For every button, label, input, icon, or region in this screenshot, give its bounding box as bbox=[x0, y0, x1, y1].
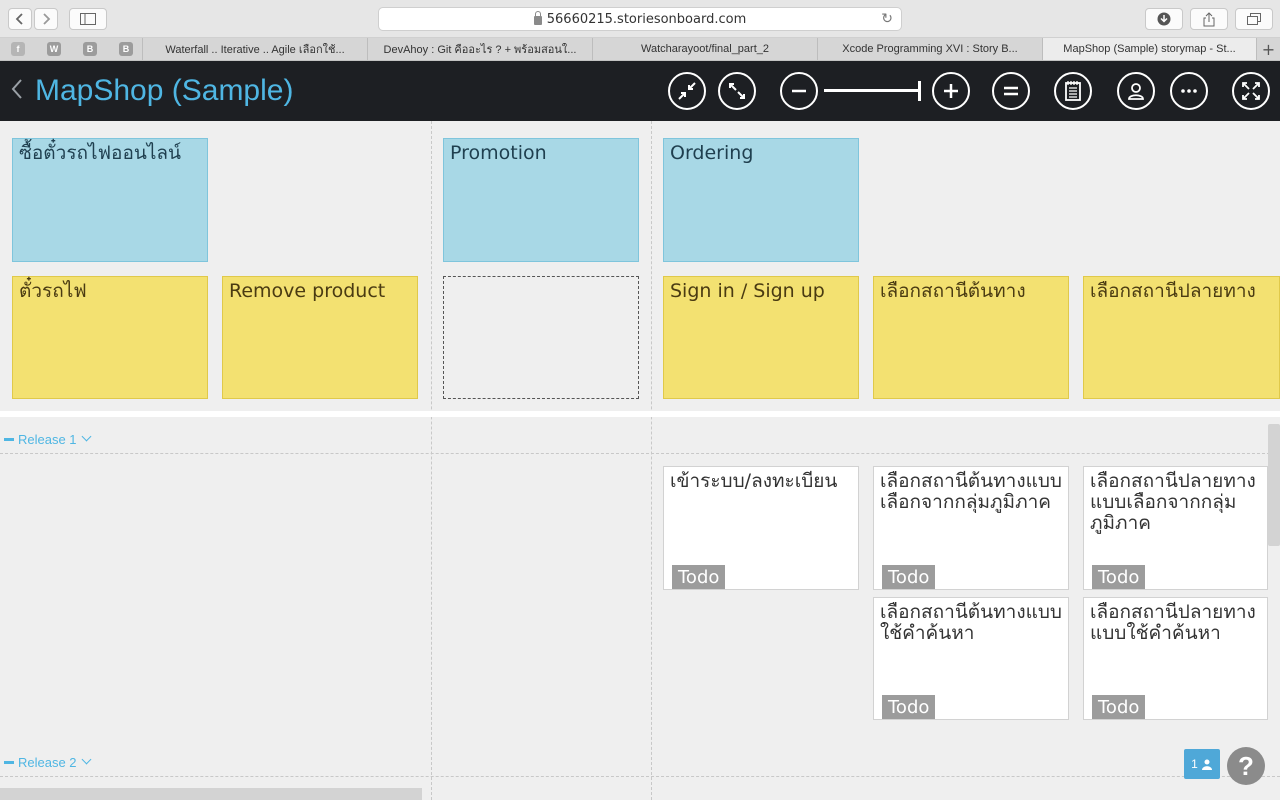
share-icon bbox=[1203, 11, 1215, 26]
b-icon[interactable]: B bbox=[119, 42, 133, 56]
activity-card[interactable]: Ordering bbox=[663, 138, 859, 262]
tabs-overview-button[interactable] bbox=[1235, 8, 1273, 30]
activity-card[interactable]: Promotion bbox=[443, 138, 639, 262]
storymap-canvas[interactable]: ซื้อตั๋วรถไฟออนไลน์ Promotion Ordering ต… bbox=[0, 121, 1280, 800]
task-card[interactable]: เลือกสถานีต้นทาง bbox=[873, 276, 1069, 399]
release-divider bbox=[0, 776, 1280, 777]
fullscreen-button[interactable] bbox=[1232, 72, 1270, 110]
plus-icon bbox=[944, 84, 958, 98]
browser-tab-active[interactable]: MapShop (Sample) storymap - St... bbox=[1042, 38, 1256, 60]
app-header: MapShop (Sample) bbox=[0, 61, 1280, 121]
activity-divider bbox=[651, 121, 652, 800]
collapse-minus-icon[interactable] bbox=[4, 761, 14, 764]
story-card[interactable]: เลือกสถานีต้นทางแบบเลือกจากกลุ่มภูมิภาค … bbox=[873, 466, 1069, 590]
task-card[interactable]: Sign in / Sign up bbox=[663, 276, 859, 399]
browser-tab[interactable]: Watcharayoot/final_part_2 bbox=[592, 38, 817, 60]
download-icon bbox=[1157, 12, 1171, 26]
url-text: 56660215.storiesonboard.com bbox=[546, 11, 747, 27]
help-button[interactable]: ? bbox=[1227, 747, 1265, 785]
equals-icon bbox=[1004, 86, 1018, 96]
zoom-slider[interactable] bbox=[824, 89, 920, 92]
zoom-in-button[interactable] bbox=[932, 72, 970, 110]
story-card[interactable]: เข้าระบบ/ลงทะเบียน Todo bbox=[663, 466, 859, 590]
sidebar-icon bbox=[80, 13, 96, 25]
browser-tab[interactable]: Xcode Programming XVI : Story B... bbox=[817, 38, 1042, 60]
collapse-button[interactable] bbox=[668, 72, 706, 110]
sidebar-button[interactable] bbox=[69, 8, 107, 30]
release-divider bbox=[0, 453, 1280, 454]
browser-toolbar: 56660215.storiesonboard.com ↻ bbox=[0, 0, 1280, 38]
backbone-separator bbox=[0, 411, 1280, 417]
release-header[interactable]: Release 2 bbox=[4, 754, 91, 770]
address-bar[interactable]: 56660215.storiesonboard.com ↻ bbox=[378, 7, 902, 31]
share-button[interactable] bbox=[1190, 8, 1228, 30]
online-users-badge[interactable]: 1 bbox=[1184, 749, 1220, 779]
task-card[interactable]: ตั๋วรถไฟ bbox=[12, 276, 208, 399]
browser-tab-bar: f W B B Waterfall .. Iterative .. Agile … bbox=[0, 38, 1280, 61]
w-icon[interactable]: W bbox=[47, 42, 61, 56]
activity-divider bbox=[431, 121, 432, 800]
user-icon bbox=[1128, 83, 1144, 100]
story-card[interactable]: เลือกสถานีต้นทางแบบใช้คำค้นหา Todo bbox=[873, 597, 1069, 720]
browser-tab[interactable]: DevAhoy : Git คืออะไร ? + พร้อมสอนใ... bbox=[367, 38, 592, 60]
chevron-right-icon bbox=[43, 13, 51, 25]
chevron-down-icon[interactable] bbox=[81, 754, 91, 765]
lock-icon bbox=[533, 10, 542, 25]
notepad-icon bbox=[1065, 81, 1081, 101]
storymap-title[interactable]: MapShop (Sample) bbox=[35, 74, 293, 108]
facebook-icon[interactable]: f bbox=[11, 42, 25, 56]
task-card[interactable]: Remove product bbox=[222, 276, 418, 399]
zoom-slider-handle[interactable] bbox=[918, 81, 921, 101]
expand-arrows-icon bbox=[729, 83, 745, 99]
expand-button[interactable] bbox=[718, 72, 756, 110]
new-tab-button[interactable]: + bbox=[1256, 38, 1280, 60]
collapse-minus-icon[interactable] bbox=[4, 438, 14, 441]
back-arrow-icon[interactable] bbox=[10, 77, 24, 107]
task-card[interactable]: เลือกสถานีปลายทาง bbox=[1083, 276, 1280, 399]
empty-task-placeholder[interactable] bbox=[443, 276, 639, 399]
more-options-button[interactable] bbox=[1170, 72, 1208, 110]
fullscreen-icon bbox=[1242, 82, 1260, 100]
release-label: Release 1 bbox=[18, 432, 77, 447]
status-badge: Todo bbox=[882, 565, 936, 589]
minus-icon bbox=[792, 89, 806, 93]
equals-button[interactable] bbox=[992, 72, 1030, 110]
status-badge: Todo bbox=[672, 565, 726, 589]
status-badge: Todo bbox=[1092, 565, 1146, 589]
activity-card[interactable]: ซื้อตั๋วรถไฟออนไลน์ bbox=[12, 138, 208, 262]
chevron-down-icon[interactable] bbox=[81, 431, 91, 442]
back-button[interactable] bbox=[8, 8, 32, 30]
release-header[interactable]: Release 1 bbox=[4, 431, 91, 447]
status-badge: Todo bbox=[1092, 695, 1146, 719]
forward-button[interactable] bbox=[34, 8, 58, 30]
status-badge: Todo bbox=[882, 695, 936, 719]
story-card[interactable]: เลือกสถานีปลายทางแบบเลือกจากกลุ่มภูมิภาค… bbox=[1083, 466, 1268, 590]
tabs-icon bbox=[1247, 13, 1261, 25]
users-button[interactable] bbox=[1117, 72, 1155, 110]
story-card[interactable]: เลือกสถานีปลายทางแบบใช้คำค้นหา Todo bbox=[1083, 597, 1268, 720]
browser-tab[interactable]: Waterfall .. Iterative .. Agile เลือกใช้… bbox=[142, 38, 367, 60]
downloads-button[interactable] bbox=[1145, 8, 1183, 30]
vertical-scrollbar[interactable] bbox=[1268, 424, 1280, 546]
chevron-left-icon bbox=[15, 13, 23, 25]
b-icon[interactable]: B bbox=[83, 42, 97, 56]
release-label: Release 2 bbox=[18, 755, 77, 770]
horizontal-scrollbar[interactable] bbox=[0, 788, 422, 800]
zoom-out-button[interactable] bbox=[780, 72, 818, 110]
reload-icon[interactable]: ↻ bbox=[881, 11, 893, 27]
collapse-arrows-icon bbox=[678, 82, 696, 100]
more-dots-icon bbox=[1181, 89, 1197, 93]
user-icon bbox=[1201, 759, 1212, 770]
backlog-button[interactable] bbox=[1054, 72, 1092, 110]
